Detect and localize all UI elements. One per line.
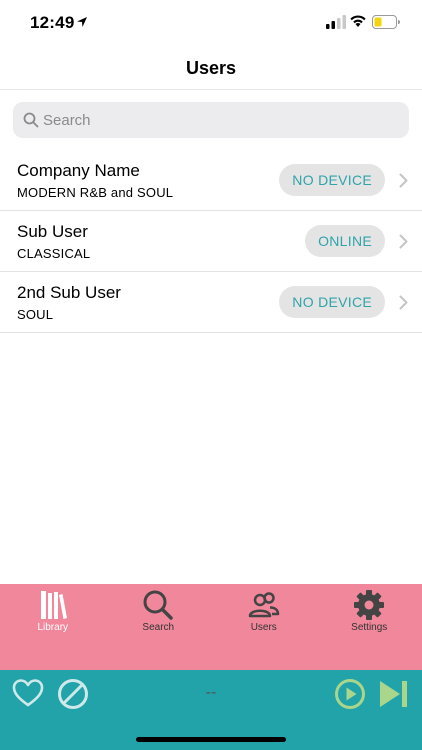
user-row-sub-user[interactable]: Sub User CLASSICAL ONLINE xyxy=(0,211,422,272)
tab-search[interactable]: Search xyxy=(106,584,212,670)
status-badge: ONLINE xyxy=(305,225,385,257)
location-arrow-icon xyxy=(77,17,87,27)
chevron-right-icon xyxy=(399,234,408,249)
page-title: Users xyxy=(185,58,237,78)
tab-settings[interactable]: Settings xyxy=(317,584,422,670)
tab-label: Search xyxy=(142,622,175,633)
tab-label: Library xyxy=(37,622,69,633)
user-name: Sub User xyxy=(17,222,88,241)
battery-icon xyxy=(372,15,400,29)
home-indicator xyxy=(136,737,286,742)
status-bar: 12:49 xyxy=(0,0,422,46)
play-icon[interactable] xyxy=(334,678,366,710)
magnifier-icon xyxy=(143,590,173,620)
tab-label: Settings xyxy=(351,622,388,633)
tab-label: Users xyxy=(250,622,277,633)
library-icon xyxy=(40,591,67,619)
wifi-icon xyxy=(350,15,366,27)
gear-icon xyxy=(354,590,385,620)
user-genre: MODERN R&B and SOUL xyxy=(17,185,174,200)
user-list: Company Name MODERN R&B and SOUL NO DEVI… xyxy=(0,150,422,333)
search-bar[interactable] xyxy=(13,102,409,138)
user-row-company-name[interactable]: Company Name MODERN R&B and SOUL NO DEVI… xyxy=(0,150,422,211)
chevron-right-icon xyxy=(399,295,408,310)
user-name: 2nd Sub User xyxy=(17,283,121,302)
user-row-2nd-sub-user[interactable]: 2nd Sub User SOUL NO DEVICE xyxy=(0,272,422,333)
status-time: 12:49 xyxy=(30,13,75,32)
users-icon xyxy=(248,592,279,618)
tab-bar: Library Search Users Settings xyxy=(0,584,422,670)
user-name: Company Name xyxy=(17,161,140,180)
search-icon xyxy=(23,112,39,128)
search-input[interactable] xyxy=(43,102,393,138)
tab-library[interactable]: Library xyxy=(0,584,106,670)
status-badge: NO DEVICE xyxy=(279,164,385,196)
user-genre: SOUL xyxy=(17,307,54,322)
status-badge: NO DEVICE xyxy=(279,286,385,318)
cellular-signal-icon xyxy=(326,15,346,29)
user-genre: CLASSICAL xyxy=(17,246,91,261)
tab-users[interactable]: Users xyxy=(211,584,317,670)
skip-next-icon[interactable] xyxy=(378,679,410,709)
navigation-bar: Users xyxy=(0,46,422,90)
chevron-right-icon xyxy=(399,173,408,188)
